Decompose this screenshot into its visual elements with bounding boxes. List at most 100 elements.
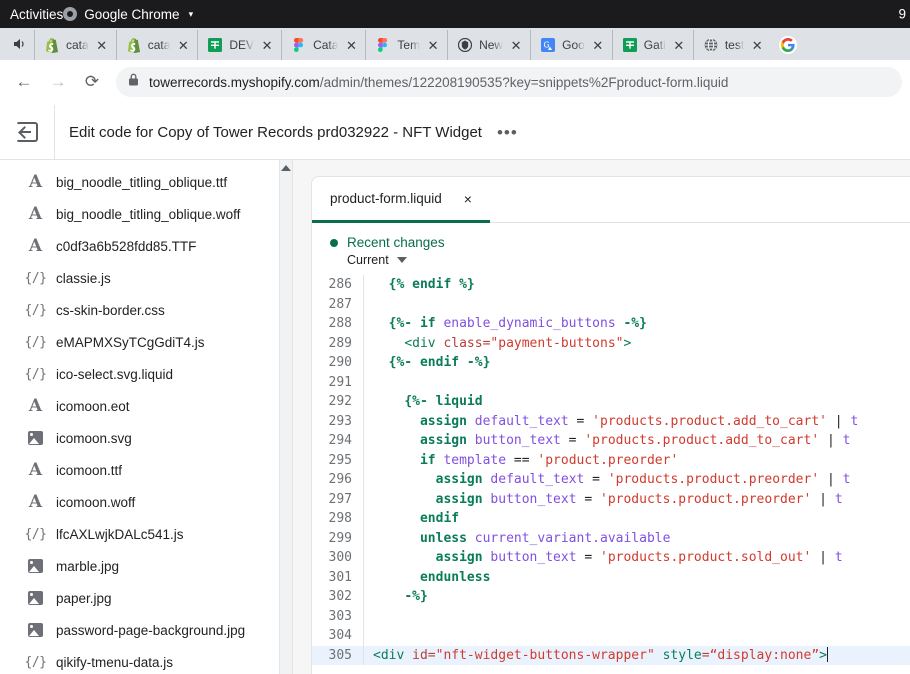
file-list-item[interactable]: icomoon.svg (0, 422, 292, 454)
code-line[interactable]: 299 unless current_variant.available (312, 529, 910, 549)
clock[interactable]: 9 (898, 7, 906, 22)
code-text: {%- liquid (364, 392, 483, 412)
code-text: endunless (364, 568, 490, 588)
line-number: 289 (312, 334, 364, 354)
file-list-item[interactable]: marble.jpg (0, 550, 292, 582)
lock-icon (128, 73, 139, 91)
code-text: assign default_text = 'products.product.… (364, 470, 850, 490)
code-text: <div id="nft-widget-buttons-wrapper" sty… (364, 646, 828, 666)
file-list-item[interactable]: {/}lfcAXLwjkDALc541.js (0, 518, 292, 550)
browser-tab[interactable]: test ✕ (693, 30, 771, 60)
recent-changes-row[interactable]: Recent changes (330, 235, 910, 250)
code-line[interactable]: 300 assign button_text = 'products.produ… (312, 548, 910, 568)
close-icon[interactable]: ✕ (344, 39, 358, 52)
url-host: towerrecords.myshopify.com (149, 75, 320, 90)
reload-button[interactable]: ⟳ (76, 66, 108, 98)
url-text: towerrecords.myshopify.com/admin/themes/… (149, 75, 728, 90)
exit-editor-button[interactable] (0, 105, 55, 160)
code-content[interactable]: 286 {% endif %}287288 {%- if enable_dyna… (312, 275, 910, 665)
browser-tab[interactable]: DEV ✕ (197, 30, 281, 60)
audio-indicator-icon[interactable] (4, 28, 34, 60)
exit-icon (16, 122, 38, 142)
address-bar[interactable]: towerrecords.myshopify.com/admin/themes/… (116, 67, 902, 97)
code-text: assign button_text = 'products.product.s… (364, 548, 843, 568)
code-line[interactable]: 295 if template == 'product.preorder' (312, 451, 910, 471)
close-icon[interactable]: ✕ (176, 39, 190, 52)
file-name: password-page-background.jpg (56, 623, 245, 638)
file-list-item[interactable]: {/}qikify-tmenu-data.js (0, 646, 292, 674)
file-list-item[interactable]: Ac0df3a6b528fdd85.TTF (0, 230, 292, 262)
code-line[interactable]: 304 (312, 626, 910, 646)
forward-button[interactable]: → (42, 66, 74, 98)
close-icon[interactable]: ✕ (426, 39, 440, 52)
code-line[interactable]: 302 -%} (312, 587, 910, 607)
browser-tab-title: DEV (229, 38, 254, 52)
line-number: 286 (312, 275, 364, 295)
recent-changes-bar: Recent changes Current (312, 223, 910, 275)
browser-tab[interactable]: Cata ✕ (281, 30, 365, 60)
file-list-item[interactable]: Abig_noodle_titling_oblique.ttf (0, 166, 292, 198)
activities-button[interactable]: Activities (10, 7, 63, 22)
code-line[interactable]: 287 (312, 295, 910, 315)
browser-tab[interactable]: Tem ✕ (365, 30, 447, 60)
more-actions-button[interactable]: ••• (497, 124, 518, 141)
line-number: 299 (312, 529, 364, 549)
status-dot-icon (330, 239, 338, 247)
close-icon[interactable]: ✕ (509, 39, 523, 52)
browser-tab[interactable]: New ✕ (447, 30, 530, 60)
code-line[interactable]: 292 {%- liquid (312, 392, 910, 412)
file-list-item[interactable]: Aicomoon.ttf (0, 454, 292, 486)
google-g-icon[interactable] (777, 34, 799, 56)
version-selector[interactable]: Current (330, 253, 910, 267)
file-list-item[interactable]: {/}ico-select.svg.liquid (0, 358, 292, 390)
sidebar-scrollbar[interactable] (279, 160, 292, 674)
code-line[interactable]: 293 assign default_text = 'products.prod… (312, 412, 910, 432)
browser-tab[interactable]: G Goo ✕ (530, 30, 612, 60)
code-line[interactable]: 298 endif (312, 509, 910, 529)
code-line[interactable]: 297 assign button_text = 'products.produ… (312, 490, 910, 510)
tab-product-form-liquid[interactable]: product-form.liquid × (312, 177, 490, 223)
file-list-item[interactable]: password-page-background.jpg (0, 614, 292, 646)
code-line[interactable]: 305<div id="nft-widget-buttons-wrapper" … (312, 646, 910, 666)
file-list-item[interactable]: paper.jpg (0, 582, 292, 614)
font-file-icon: A (26, 204, 45, 224)
code-text: {% endif %} (364, 275, 475, 295)
file-list-item[interactable]: Abig_noodle_titling_oblique.woff (0, 198, 292, 230)
file-list-item[interactable]: {/}classie.js (0, 262, 292, 294)
code-text: unless current_variant.available (364, 529, 670, 549)
code-line[interactable]: 288 {%- if enable_dynamic_buttons -%} (312, 314, 910, 334)
close-icon[interactable]: ✕ (591, 39, 605, 52)
file-name: cs-skin-border.css (56, 303, 165, 318)
font-file-icon: A (26, 236, 45, 256)
code-line[interactable]: 290 {%- endif -%} (312, 353, 910, 373)
code-line[interactable]: 289 <div class="payment-buttons"> (312, 334, 910, 354)
browser-tab[interactable]: Gati ✕ (612, 30, 693, 60)
close-icon[interactable]: ✕ (672, 39, 686, 52)
close-icon[interactable]: ✕ (750, 39, 764, 52)
browser-tab[interactable]: cata ✕ (116, 30, 198, 60)
code-line[interactable]: 301 endunless (312, 568, 910, 588)
code-line[interactable]: 303 (312, 607, 910, 627)
file-list-item[interactable]: {/}cs-skin-border.css (0, 294, 292, 326)
os-top-bar: Activities Google Chrome ▾ 9 (0, 0, 910, 28)
browser-tab[interactable]: cata ✕ (34, 30, 116, 60)
code-file-icon: {/} (26, 655, 45, 670)
file-list-item[interactable]: Aicomoon.woff (0, 486, 292, 518)
code-file-icon: {/} (26, 335, 45, 350)
code-line[interactable]: 296 assign default_text = 'products.prod… (312, 470, 910, 490)
file-list-item[interactable]: {/}eMAPMXSyTCgGdiT4.js (0, 326, 292, 358)
line-number: 301 (312, 568, 364, 588)
image-file-icon (26, 623, 45, 637)
file-list-item[interactable]: Aicomoon.eot (0, 390, 292, 422)
code-file-icon: {/} (26, 271, 45, 286)
close-icon[interactable]: × (464, 192, 472, 206)
scroll-up-arrow-icon[interactable] (281, 165, 291, 171)
active-app-menu[interactable]: Google Chrome ▾ (63, 7, 193, 22)
code-line[interactable]: 291 (312, 373, 910, 393)
browser-tab-title: Cata (313, 38, 338, 52)
back-button[interactable]: ← (8, 66, 40, 98)
code-line[interactable]: 286 {% endif %} (312, 275, 910, 295)
close-icon[interactable]: ✕ (95, 39, 109, 52)
code-line[interactable]: 294 assign button_text = 'products.produ… (312, 431, 910, 451)
close-icon[interactable]: ✕ (260, 39, 274, 52)
